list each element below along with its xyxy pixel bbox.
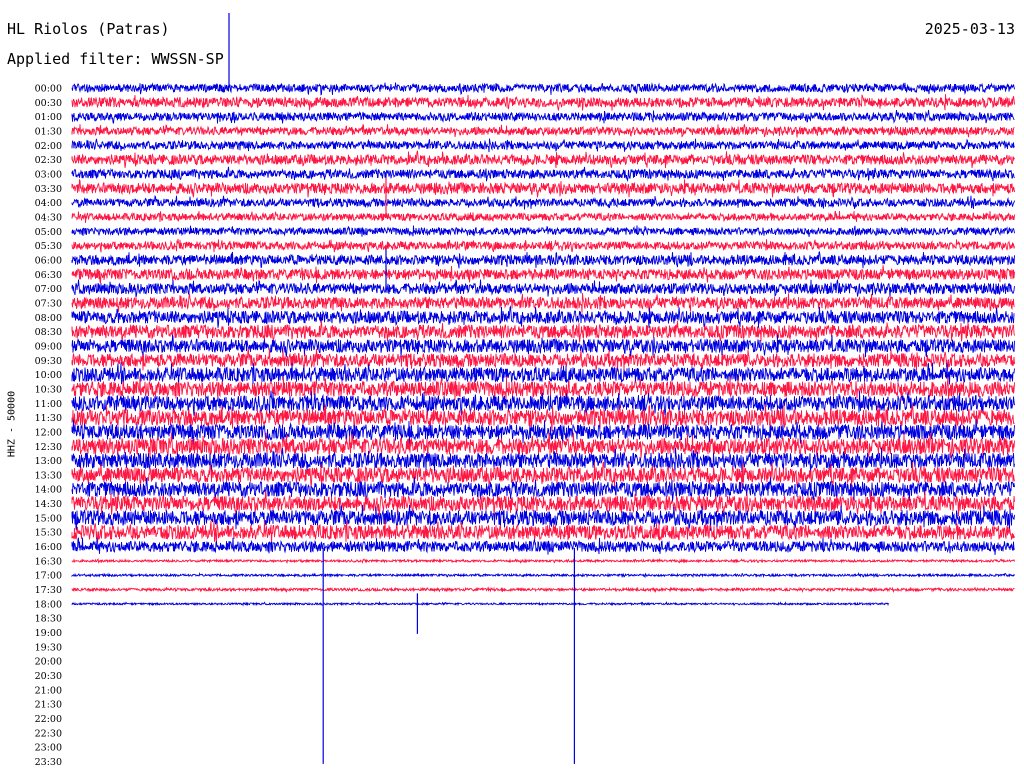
tick-label: 16:30 — [35, 556, 62, 567]
tick-label: 02:00 — [35, 141, 62, 152]
tick-label: 13:30 — [35, 470, 62, 481]
trace-row-1800 — [71, 600, 889, 607]
tick-label: 12:00 — [35, 427, 62, 438]
tick-label: 15:00 — [35, 513, 62, 524]
trace-row-1700 — [71, 571, 1015, 579]
tick-label: 11:00 — [35, 399, 62, 410]
tick-label: 17:30 — [35, 585, 62, 596]
tick-label: 02:30 — [35, 155, 62, 166]
tick-label: 22:00 — [35, 714, 62, 725]
trace-row-0030 — [71, 94, 1015, 111]
tick-label: 05:30 — [35, 241, 62, 252]
tick-label: 23:00 — [35, 743, 62, 754]
tick-label: 13:00 — [35, 456, 62, 467]
tick-label: 07:00 — [35, 284, 62, 295]
tick-label: 05:00 — [35, 227, 62, 238]
trace-row-0500 — [71, 225, 1015, 237]
tick-label: 08:00 — [35, 313, 62, 324]
tick-label: 06:30 — [35, 270, 62, 281]
tick-label: 00:00 — [35, 84, 62, 95]
tick-label: 10:30 — [35, 384, 62, 395]
tick-label: 10:00 — [35, 370, 62, 381]
trace-row-0630 — [71, 265, 1015, 284]
tick-label: 12:30 — [35, 442, 62, 453]
trace-row-0300 — [71, 166, 1015, 183]
trace-row-1030 — [71, 376, 1015, 401]
tick-label: 23:30 — [35, 757, 62, 768]
trace-row-0200 — [71, 138, 1015, 153]
tick-label: 03:00 — [35, 169, 62, 180]
tick-label: 14:30 — [35, 499, 62, 510]
trace-row-1630 — [71, 557, 1015, 565]
helicorder-plot: 00:00 00:30 01:00 01:30 02:00 02:30 03:00 03:30… — [35, 13, 1015, 769]
event-spikes — [228, 13, 576, 764]
tick-label: 20:00 — [35, 657, 62, 668]
trace-row-0000 — [71, 82, 1015, 96]
tick-label: 18:30 — [35, 614, 62, 625]
tick-label: 21:00 — [35, 685, 62, 696]
time-tick-labels: 00:00 00:30 01:00 01:30 02:00 02:30 03:00 03:30… — [35, 84, 62, 769]
trace-lines — [71, 82, 1015, 607]
tick-label: 22:30 — [35, 728, 62, 739]
trace-row-0100 — [71, 109, 1015, 124]
tick-label: 01:00 — [35, 112, 62, 123]
trace-row-0130 — [71, 124, 1015, 138]
tick-label: 00:30 — [35, 98, 62, 109]
tick-label: 21:30 — [35, 700, 62, 711]
trace-row-0700 — [71, 279, 1015, 298]
tick-label: 06:00 — [35, 255, 62, 266]
tick-label: 11:30 — [35, 413, 62, 424]
tick-label: 09:30 — [35, 356, 62, 367]
tick-label: 16:00 — [35, 542, 62, 553]
tick-label: 15:30 — [35, 528, 62, 539]
tick-label: 03:30 — [35, 184, 62, 195]
tick-label: 17:00 — [35, 571, 62, 582]
trace-row-0430 — [71, 210, 1015, 223]
trace-row-0530 — [71, 238, 1015, 253]
tick-label: 04:00 — [35, 198, 62, 209]
tick-label: 01:30 — [35, 126, 62, 137]
tick-label: 20:30 — [35, 671, 62, 682]
tick-label: 19:00 — [35, 628, 62, 639]
trace-row-0730 — [71, 293, 1015, 313]
trace-row-0600 — [71, 251, 1015, 269]
trace-row-0400 — [71, 194, 1015, 210]
trace-row-1730 — [71, 586, 1015, 594]
trace-row-1600 — [71, 537, 1015, 555]
tick-label: 08:30 — [35, 327, 62, 338]
tick-label: 19:30 — [35, 642, 62, 653]
tick-label: 04:30 — [35, 212, 62, 223]
trace-row-0230 — [71, 149, 1015, 169]
trace-row-0930 — [71, 347, 1015, 372]
trace-row-0900 — [71, 334, 1015, 358]
tick-label: 18:00 — [35, 599, 62, 610]
tick-label: 09:00 — [35, 341, 62, 352]
trace-row-0800 — [71, 305, 1015, 328]
trace-row-0330 — [71, 179, 1015, 198]
tick-label: 07:30 — [35, 298, 62, 309]
tick-label: 14:00 — [35, 485, 62, 496]
